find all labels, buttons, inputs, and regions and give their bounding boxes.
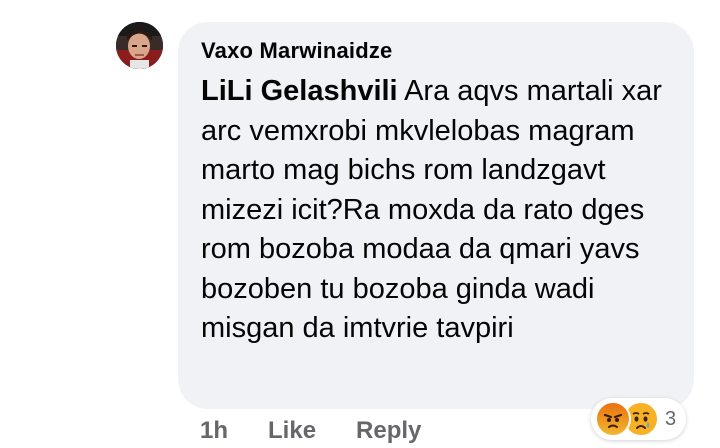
reply-button[interactable]: Reply [356,417,421,445]
mention-link[interactable]: LiLi Gelashvili [201,75,398,107]
avatar[interactable] [116,22,163,69]
angry-icon [595,401,631,437]
comment-timestamp[interactable]: 1h [200,417,228,445]
comment-bubble: Vaxo Marwinaidze LiLi Gelashvili Ara aqv… [178,22,694,409]
comment-text: Ara aqvs martali xar arc vemxrobi mkvlel… [201,75,662,344]
like-button[interactable]: Like [268,417,316,445]
reaction-count: 3 [665,407,677,430]
comment-body: LiLi Gelashvili Ara aqvs martali xar arc… [201,72,671,349]
comment: Vaxo Marwinaidze LiLi Gelashvili Ara aqv… [0,0,720,448]
reactions-summary[interactable]: 3 [591,398,687,440]
comment-actions: 1h Like Reply [200,414,421,448]
comment-author[interactable]: Vaxo Marwinaidze [201,38,674,64]
